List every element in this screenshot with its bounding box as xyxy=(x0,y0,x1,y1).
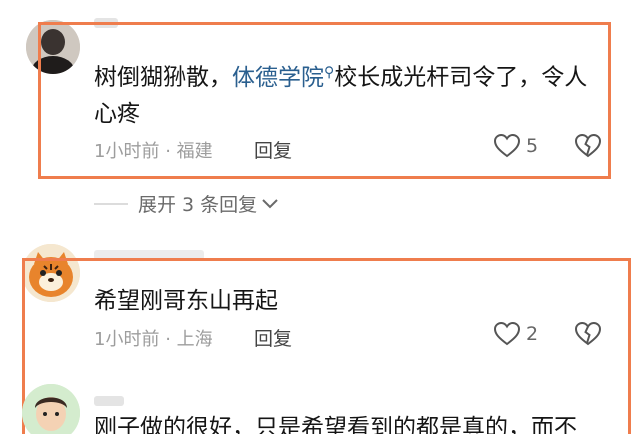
reply-button[interactable]: 回复 xyxy=(254,136,292,163)
comment-time: 1小时前 xyxy=(94,141,160,162)
username-placeholder[interactable] xyxy=(94,396,124,406)
heart-broken-icon xyxy=(574,133,602,158)
like-button[interactable]: 5 xyxy=(494,134,538,158)
like-count: 2 xyxy=(526,323,539,345)
comment-time: 1小时前 xyxy=(94,329,160,350)
heart-broken-icon xyxy=(574,321,602,346)
heart-icon xyxy=(494,322,520,346)
comment-text: 刚子做的很好，只是希望看到的都是真的，而不 xyxy=(94,415,577,434)
comment-location: 上海 xyxy=(176,329,213,350)
avatar[interactable] xyxy=(22,384,80,434)
search-icon: ⚲ xyxy=(324,64,335,80)
comment-text: 希望刚哥东山再起 xyxy=(94,288,278,314)
comment-location: 福建 xyxy=(176,141,213,162)
dislike-button[interactable] xyxy=(574,133,602,162)
comment-text: 树倒猢狲散，体德学院⚲校长成光杆司令了，令人心疼 xyxy=(94,54,604,132)
meta-separator: · xyxy=(165,141,177,162)
like-count: 5 xyxy=(526,135,539,157)
expand-replies-button[interactable]: 展开 3 条回复 xyxy=(94,190,279,217)
topic-link[interactable]: 体德学院⚲ xyxy=(232,64,335,91)
comment-text-before: 树倒猢狲散， xyxy=(94,64,232,91)
chevron-down-icon xyxy=(262,198,278,208)
like-button[interactable]: 2 xyxy=(494,322,538,346)
comment-meta: 1小时前 · 上海 xyxy=(94,325,213,351)
expand-replies-label[interactable]: 展开 3 条回复 xyxy=(138,190,257,217)
reply-button[interactable]: 回复 xyxy=(254,324,292,351)
topic-label[interactable]: 体德学院 xyxy=(232,65,324,91)
divider-line xyxy=(94,202,128,205)
heart-icon xyxy=(494,134,520,158)
dislike-button[interactable] xyxy=(574,321,602,350)
meta-separator: · xyxy=(165,329,177,350)
comment-meta: 1小时前 · 福建 xyxy=(94,137,213,163)
